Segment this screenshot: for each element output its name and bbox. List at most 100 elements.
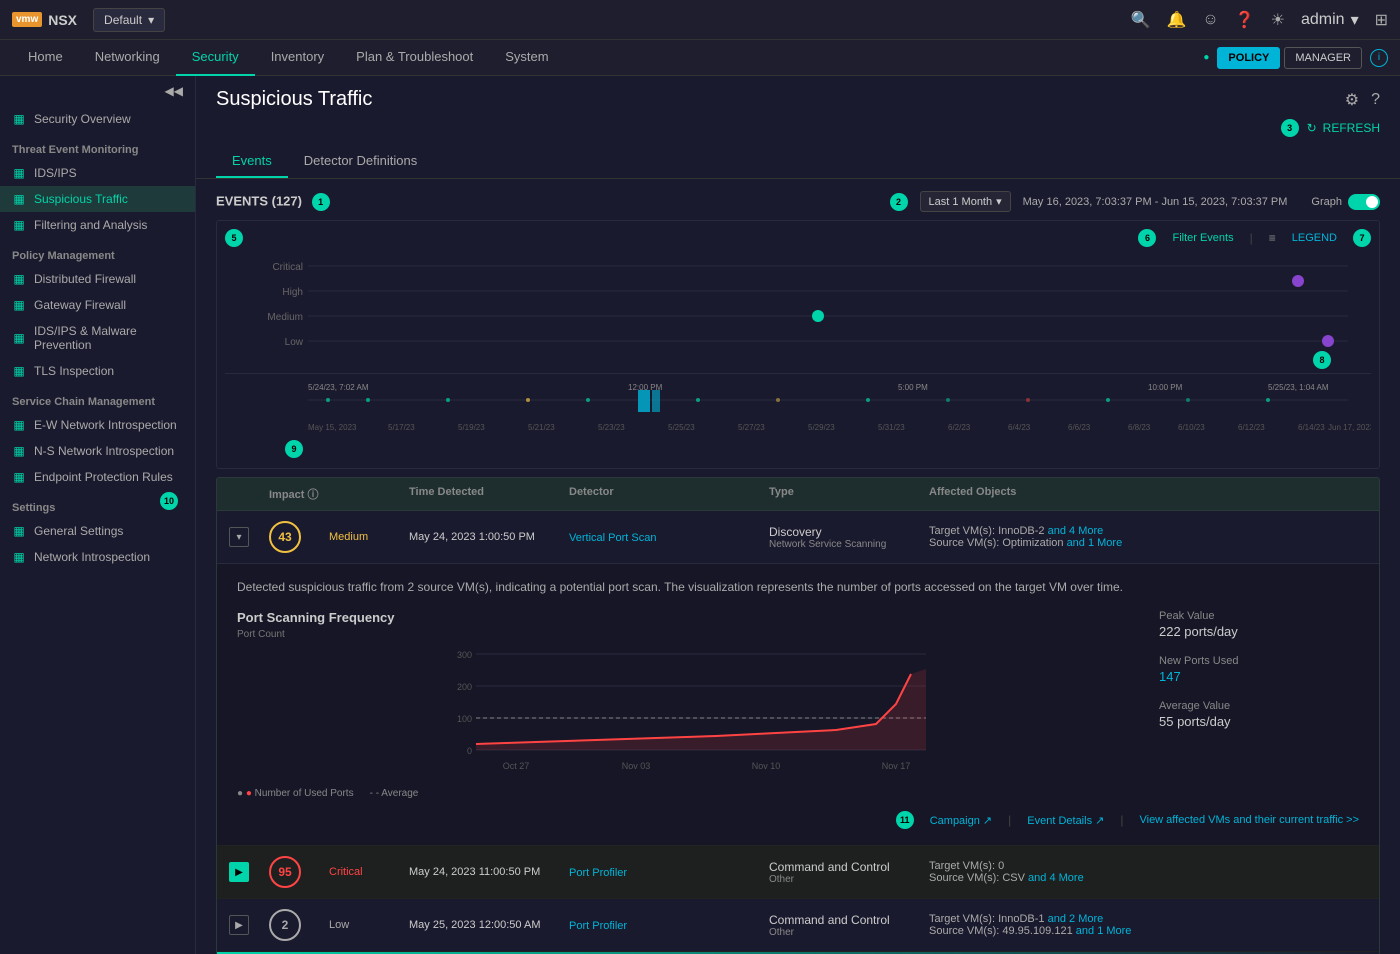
type-sub-2: Other	[769, 874, 929, 885]
type-sub-1: Network Service Scanning	[769, 539, 929, 550]
source-more-link-3[interactable]: and 1 More	[1076, 925, 1132, 937]
header-help-icon[interactable]: ?	[1371, 91, 1380, 109]
collapse-button-1[interactable]: ▾	[229, 527, 249, 547]
svg-text:5/25/23: 5/25/23	[668, 423, 695, 432]
expanded-detail: Detected suspicious traffic from 2 sourc…	[217, 563, 1379, 845]
view-affected-vms-link[interactable]: View affected VMs and their current traf…	[1139, 814, 1359, 826]
svg-text:200: 200	[457, 682, 472, 692]
chart-y-label: Port Count	[237, 629, 1135, 640]
source-more-link-1[interactable]: and 1 More	[1067, 537, 1123, 549]
svg-text:5:00 PM: 5:00 PM	[898, 383, 928, 392]
nav-system[interactable]: System	[489, 40, 564, 76]
sidebar-item-ids-ips[interactable]: ▦ IDS/IPS	[0, 160, 195, 186]
detector-cell-2[interactable]: Port Profiler	[569, 865, 769, 879]
sidebar-item-label: Security Overview	[34, 112, 131, 126]
target-more-link-1[interactable]: and 4 More	[1048, 525, 1104, 537]
svg-text:5/17/23: 5/17/23	[388, 423, 415, 432]
sidebar-item-general-settings[interactable]: ▦ General Settings	[0, 518, 195, 544]
svg-text:6/8/23: 6/8/23	[1128, 423, 1151, 432]
event-details-link[interactable]: Event Details ↗	[1027, 814, 1104, 827]
target-more-link-3[interactable]: and 2 More	[1048, 913, 1104, 925]
settings-icon[interactable]: ☀	[1271, 10, 1285, 30]
expand-button-2[interactable]: ▶	[229, 862, 249, 882]
admin-menu[interactable]: admin ▾	[1301, 10, 1359, 30]
sidebar-item-distributed-fw[interactable]: ▦ Distributed Firewall	[0, 266, 195, 292]
graph-toggle[interactable]: Graph	[1311, 194, 1380, 210]
svg-text:Nov 03: Nov 03	[622, 761, 651, 771]
svg-text:12:00 PM: 12:00 PM	[628, 383, 663, 392]
svg-text:300: 300	[457, 650, 472, 660]
svg-text:Low: Low	[285, 337, 304, 348]
refresh-button[interactable]: ↻ REFRESH	[1307, 121, 1380, 135]
type-sub-3: Other	[769, 927, 929, 938]
help-icon[interactable]: ❓	[1235, 10, 1255, 30]
sidebar-item-ids-malware[interactable]: ▦ IDS/IPS & Malware Prevention	[0, 318, 195, 358]
table-row-3[interactable]: ▶ 2 Low May 25, 2023 12:00:50 AM Port Pr…	[217, 899, 1379, 951]
ids-malware-icon: ▦	[12, 331, 26, 345]
detector-link-1[interactable]: Vertical Port Scan	[569, 532, 656, 544]
apps-icon[interactable]: ⊞	[1375, 10, 1388, 30]
nav-security[interactable]: Security	[176, 40, 255, 76]
table-row-1[interactable]: ▾ 43 Medium May 24, 2023 1:00:50 PM Vert…	[217, 511, 1379, 563]
detector-cell-1[interactable]: Vertical Port Scan	[569, 530, 769, 544]
svg-text:5/21/23: 5/21/23	[528, 423, 555, 432]
sidebar-item-ns-network[interactable]: ▦ N-S Network Introspection	[0, 438, 195, 464]
table-row-2[interactable]: ▶ 95 Critical May 24, 2023 11:00:50 PM P…	[217, 846, 1379, 898]
svg-text:Jun 17, 2023: Jun 17, 2023	[1328, 423, 1371, 432]
legend-button[interactable]: LEGEND	[1292, 232, 1337, 244]
sidebar-item-label: Suspicious Traffic	[34, 192, 128, 206]
time-cell-3: May 25, 2023 12:00:50 AM	[409, 919, 569, 931]
section-threat-event: Threat Event Monitoring	[0, 132, 195, 160]
policy-button[interactable]: POLICY	[1217, 47, 1280, 69]
expand-button-3[interactable]: ▶	[229, 915, 249, 935]
new-ports-value[interactable]: 147	[1159, 669, 1359, 684]
top-bar: vmw NSX Default ▾ 🔍 🔔 ☺ ❓ ☀ admin ▾ ⊞	[0, 0, 1400, 40]
tab-events[interactable]: Events	[216, 145, 288, 178]
bell-icon[interactable]: 🔔	[1166, 10, 1186, 30]
search-icon[interactable]: 🔍	[1131, 10, 1151, 30]
user-icon[interactable]: ☺	[1202, 11, 1218, 29]
port-scan-svg: 300 200 100 0	[237, 644, 1135, 784]
sidebar-item-suspicious-traffic[interactable]: ▦ Suspicious Traffic	[0, 186, 195, 212]
sidebar-item-label: Endpoint Protection Rules	[34, 470, 173, 484]
time-filter-dropdown[interactable]: Last 1 Month ▾	[920, 191, 1011, 212]
source-more-link-2[interactable]: and 4 More	[1028, 872, 1084, 884]
sidebar-item-tls[interactable]: ▦ TLS Inspection	[0, 358, 195, 384]
nav-inventory[interactable]: Inventory	[255, 40, 340, 76]
sidebar-item-endpoint[interactable]: ▦ Endpoint Protection Rules	[0, 464, 195, 490]
nav-networking[interactable]: Networking	[79, 40, 176, 76]
security-overview-icon: ▦	[12, 112, 26, 126]
th-severity	[329, 486, 409, 502]
sidebar-collapse[interactable]: ◀◀	[0, 76, 195, 106]
th-impact: Impact ⓘ	[269, 486, 329, 502]
sidebar-item-filtering[interactable]: ▦ Filtering and Analysis	[0, 212, 195, 238]
settings-gear-icon[interactable]: ⚙	[1345, 90, 1359, 110]
filter-events-button[interactable]: Filter Events	[1172, 232, 1233, 244]
events-header: EVENTS (127) 1 2 Last 1 Month ▾ May 16, …	[216, 191, 1380, 212]
sidebar-item-label: IDS/IPS & Malware Prevention	[34, 324, 183, 352]
annotation-3: 3	[1281, 119, 1299, 137]
app-logo[interactable]: vmw NSX	[12, 12, 77, 28]
environment-dropdown[interactable]: Default ▾	[93, 8, 165, 32]
detector-link-2[interactable]: Port Profiler	[569, 867, 627, 879]
affected-cell-2: Target VM(s): 0 Source VM(s): CSV and 4 …	[929, 860, 1367, 884]
sidebar-item-gateway-fw[interactable]: ▦ Gateway Firewall	[0, 292, 195, 318]
detector-link-3[interactable]: Port Profiler	[569, 920, 627, 932]
target-vms-1: Target VM(s): InnoDB-2 and 4 More	[929, 525, 1367, 537]
impact-cell-1: 43	[269, 521, 329, 553]
gateway-fw-icon: ▦	[12, 298, 26, 312]
annotation-7: 7	[1353, 229, 1371, 247]
tab-detector-definitions[interactable]: Detector Definitions	[288, 145, 433, 178]
sidebar-item-network-introspection[interactable]: ▦ Network Introspection	[0, 544, 195, 570]
campaign-link[interactable]: Campaign ↗	[930, 814, 992, 827]
content-header: Suspicious Traffic ⚙ ?	[196, 76, 1400, 119]
sidebar-item-security-overview[interactable]: ▦ Security Overview	[0, 106, 195, 132]
sidebar-item-ew-network[interactable]: ▦ E-W Network Introspection	[0, 412, 195, 438]
manager-button[interactable]: MANAGER	[1284, 47, 1362, 69]
nav-plan-troubleshoot[interactable]: Plan & Troubleshoot	[340, 40, 489, 76]
nav-home[interactable]: Home	[12, 40, 79, 76]
nav-info-icon[interactable]: i	[1370, 49, 1388, 67]
graph-toggle-switch[interactable]	[1348, 194, 1380, 210]
svg-text:6/10/23: 6/10/23	[1178, 423, 1205, 432]
detector-cell-3[interactable]: Port Profiler	[569, 918, 769, 932]
